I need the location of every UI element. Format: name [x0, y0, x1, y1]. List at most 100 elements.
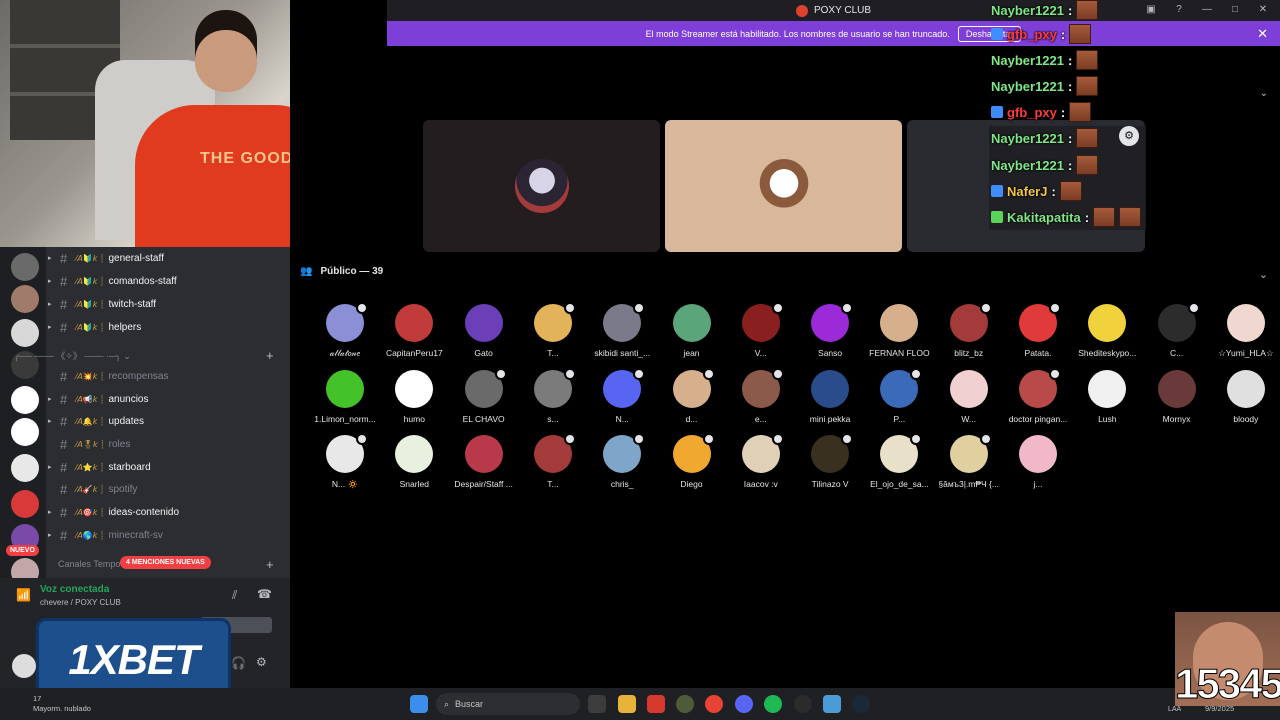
audience-member[interactable]: Diego	[657, 433, 727, 495]
audience-member[interactable]: 1.Limon_norm...	[310, 368, 380, 430]
channel-prefix: ⁄𝘈💥𝘬 ┊	[76, 371, 105, 381]
audience-member[interactable]: jean	[657, 302, 727, 364]
banner-close-icon[interactable]: ✕	[1257, 26, 1268, 42]
audience-member[interactable]: EL CHAVO	[449, 367, 519, 430]
channel-recompensas[interactable]: # ⁄𝘈💥𝘬 ┊ recompensas	[46, 366, 290, 386]
member-name: ☆Yumi_HLA☆	[1218, 348, 1274, 358]
audience-member[interactable]: §âмъ3|.m₱Ч {...	[934, 433, 1004, 495]
server-icon[interactable]	[11, 319, 39, 347]
channel-minecraft-sv[interactable]: ▸ # ⁄𝘈🌎𝘬 ┊ minecraft-sv	[46, 525, 290, 545]
server-icon[interactable]	[11, 454, 39, 482]
audience-member[interactable]: Snarled	[379, 433, 449, 495]
audience-member[interactable]: V...	[726, 302, 796, 364]
audience-member[interactable]: blitz_bz	[934, 302, 1004, 364]
channel-general-staff[interactable]: ▸ # ⁄𝘈🔰𝘬 ┊ general-staff	[46, 248, 290, 268]
audience-member[interactable]: El_ojo_de_sa...	[864, 433, 934, 495]
disconnect-icon[interactable]: ☎	[257, 587, 272, 601]
windows-start-icon[interactable]	[410, 695, 428, 713]
channel-label: ideas-contenido	[108, 506, 180, 518]
audience-member[interactable]: FERNAN FLOO	[864, 302, 934, 364]
audience-member[interactable]: N... 🔅	[310, 433, 380, 495]
noise-suppression-icon[interactable]: ⫽	[232, 588, 237, 603]
audience-member[interactable]: chris_	[587, 433, 657, 495]
add-channel-icon[interactable]: +	[266, 348, 274, 363]
audience-member[interactable]: Shediteskypo...	[1072, 302, 1142, 364]
chat-badge-icon	[991, 106, 1003, 118]
audience-member[interactable]: skibidi santi_...	[587, 302, 657, 364]
speaker-tile[interactable]	[423, 120, 660, 252]
channel-twitch-staff[interactable]: ▸ # ⁄𝘈🔰𝘬 ┊ twitch-staff	[46, 294, 290, 314]
category-temp[interactable]: Canales Tempo	[58, 559, 120, 569]
audience-member[interactable]: Sanso	[795, 302, 865, 364]
audience-member[interactable]: P...	[864, 367, 934, 430]
maximize-button[interactable]: □	[1228, 3, 1242, 17]
audience-member[interactable]: Despair/Staff ...	[449, 433, 519, 495]
audience-member[interactable]: j...	[1003, 433, 1073, 495]
channel-starboard[interactable]: ▸ # ⁄𝘈⭐𝘬 ┊ starboard	[46, 457, 290, 477]
audience-member[interactable]: bloody	[1211, 368, 1280, 430]
audience-member[interactable]: T...	[518, 433, 588, 495]
audience-member[interactable]: Gato	[449, 302, 519, 364]
weather-text[interactable]: Mayorm. nublado	[33, 704, 91, 713]
help-icon[interactable]: ?	[1172, 3, 1186, 17]
channel-roles[interactable]: # ⁄𝘈🎖𝘬 ┊ roles	[46, 434, 290, 454]
audience-member[interactable]: CapitanPeru17	[379, 302, 449, 364]
server-icon[interactable]	[11, 490, 39, 518]
obs-icon[interactable]	[794, 695, 812, 713]
audience-member[interactable]: Iaacov :v	[726, 433, 796, 495]
audience-chevron-icon[interactable]: ⌄	[1259, 268, 1268, 281]
audience-member[interactable]: T...	[518, 302, 588, 364]
taskbar-search[interactable]: ⌕ Buscar	[436, 693, 580, 715]
task-view-icon[interactable]	[588, 695, 606, 713]
headphones-icon[interactable]: 🎧	[231, 656, 246, 670]
discord-icon[interactable]	[735, 695, 753, 713]
weather-temp[interactable]: 17	[33, 694, 41, 703]
server-icon[interactable]	[11, 418, 39, 446]
chat-username: Kakitapatita	[1007, 209, 1081, 225]
audience-member[interactable]: doctor pingan...	[1003, 367, 1073, 430]
collapse-chevron-icon[interactable]: ⌄	[1260, 88, 1268, 99]
audience-member[interactable]: W...	[934, 368, 1004, 430]
channel-updates[interactable]: ▸ # ⁄𝘈🔔𝘬 ┊ updates	[46, 411, 290, 431]
chat-emote	[1076, 0, 1099, 20]
voice-channel[interactable]: chevere / POXY CLUB	[40, 598, 121, 607]
new-mentions-pill[interactable]: 4 MENCIONES NUEVAS	[120, 556, 211, 569]
channel-comandos-staff[interactable]: ▸ # ⁄𝘈🔰𝘬 ┊ comandos-staff	[46, 271, 290, 291]
audience-member[interactable]: e...	[726, 367, 796, 430]
minimize-button[interactable]: —	[1200, 3, 1214, 17]
audience-member[interactable]: d...	[657, 367, 727, 430]
channel-helpers[interactable]: ▸ # ⁄𝘈🔰𝘬 ┊ helpers	[46, 317, 290, 337]
audience-member[interactable]: 𝒶𝓁𝓁𝒶𝓉𝑜𝓃𝑒	[310, 302, 380, 364]
audience-member[interactable]: Lush	[1072, 368, 1142, 430]
server-icon[interactable]	[11, 386, 39, 414]
app-icon[interactable]	[676, 695, 694, 713]
file-explorer-icon[interactable]	[618, 695, 636, 713]
voice-status[interactable]: Voz conectada	[40, 584, 109, 595]
app-icon[interactable]	[647, 695, 665, 713]
audience-member[interactable]: Mornyx	[1142, 368, 1212, 430]
add-channel-icon[interactable]: +	[266, 557, 274, 572]
audience-member[interactable]: Patata.	[1003, 302, 1073, 364]
spotify-icon[interactable]	[764, 695, 782, 713]
channel-anuncios[interactable]: ▸ # ⁄𝘈📢𝘬 ┊ anuncios	[46, 389, 290, 409]
audience-header[interactable]: 👥 Público — 39	[300, 266, 383, 277]
audience-member[interactable]: Tilinazo V	[795, 433, 865, 495]
audience-member[interactable]: ☆Yumi_HLA☆	[1211, 302, 1280, 364]
speaker-tile[interactable]	[665, 120, 902, 252]
server-icon[interactable]	[11, 285, 39, 313]
audience-member[interactable]: humo	[379, 368, 449, 430]
audience-member[interactable]: C...	[1142, 302, 1212, 364]
app-icon[interactable]	[823, 695, 841, 713]
audience-member[interactable]: N...	[587, 367, 657, 430]
channel-spotify[interactable]: # ⁄𝘈🎸𝘬 ┊ spotify	[46, 479, 290, 499]
hash-icon: #	[60, 459, 68, 475]
audience-member[interactable]: mini pekka	[795, 368, 865, 430]
audience-member[interactable]: s...	[518, 367, 588, 430]
user-avatar[interactable]	[12, 654, 36, 678]
close-window-button[interactable]: ✕	[1256, 3, 1270, 17]
steam-icon[interactable]	[852, 695, 870, 713]
user-settings-icon[interactable]: ⚙	[256, 655, 267, 669]
channel-ideas-contenido[interactable]: ▸ # ⁄𝘈🎯𝘬 ┊ ideas-contenido	[46, 502, 290, 522]
server-icon[interactable]	[11, 253, 39, 281]
chrome-icon[interactable]	[705, 695, 723, 713]
